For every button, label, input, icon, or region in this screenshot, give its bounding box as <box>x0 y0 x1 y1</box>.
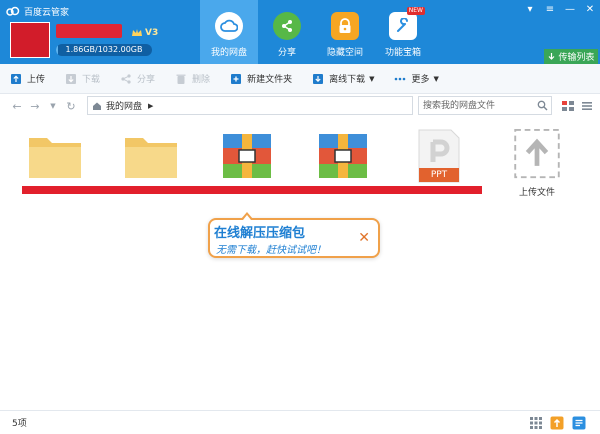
trash-icon <box>176 74 186 84</box>
nav-share[interactable]: 分享 <box>258 0 316 64</box>
unzip-promo-tooltip: 在线解压压缩包 无需下载，赶快试试吧！ ✕ <box>208 212 380 258</box>
breadcrumb[interactable]: 我的网盘 ▶ <box>87 96 413 115</box>
download-icon <box>66 73 77 84</box>
download-label: 下载 <box>82 75 101 85</box>
main-nav: 我的网盘 分享 隐藏空间 NEW 功能宝箱 <box>200 0 432 64</box>
new-folder-icon <box>231 73 242 84</box>
storage-quota-text: 1.86GB/1032.00GB <box>65 45 143 54</box>
chevron-down-icon: ▼ <box>369 74 375 83</box>
vip-badge[interactable]: V3 <box>128 26 161 39</box>
minimize-icon[interactable]: — <box>560 0 580 18</box>
toolbox-icon: NEW <box>389 7 425 40</box>
refresh-icon[interactable]: ↻ <box>64 99 78 113</box>
username-redacted <box>56 24 122 38</box>
list-view-icon[interactable] <box>561 99 575 113</box>
baidu-cloud-logo-icon <box>6 6 20 16</box>
nav-share-label: 分享 <box>277 48 296 58</box>
forward-arrow-icon[interactable]: → <box>28 99 42 113</box>
nav-my-drive-label: 我的网盘 <box>210 48 247 58</box>
tooltip-title: 在线解压压缩包 <box>214 226 306 241</box>
upload-button[interactable]: 上传 <box>10 69 45 89</box>
home-icon <box>93 102 101 110</box>
breadcrumb-chevron-icon[interactable]: ▶ <box>148 102 153 110</box>
history-dropdown-icon[interactable]: ▼ <box>46 99 60 113</box>
status-bar: 5项 <box>0 410 600 434</box>
folder-icon <box>125 138 177 178</box>
upload-icon <box>11 73 21 84</box>
nav-toolbox[interactable]: NEW 功能宝箱 <box>374 0 432 64</box>
upload-status-icon[interactable] <box>550 416 564 430</box>
nav-hidden-space[interactable]: 隐藏空间 <box>316 0 374 64</box>
share-label: 分享 <box>137 75 156 85</box>
share-button[interactable]: 分享 <box>120 69 155 89</box>
crown-icon <box>132 28 142 36</box>
nav-toolbox-label: 功能宝箱 <box>384 48 421 58</box>
tooltip-subtitle: 无需下载，赶快试试吧！ <box>216 245 326 256</box>
window-controls: ▾ ≡ — ✕ <box>520 0 600 18</box>
upload-file-tile[interactable]: 上传文件 <box>502 128 572 198</box>
nav-hidden-space-label: 隐藏空间 <box>326 48 363 58</box>
skin-icon[interactable]: ▾ <box>520 0 540 18</box>
ppt-file-icon: PPT <box>407 128 471 184</box>
vip-level: V3 <box>145 27 159 38</box>
address-row: ← → ▼ ↻ 我的网盘 ▶ <box>0 94 600 118</box>
more-label: 更多 <box>411 75 430 85</box>
delete-label: 删除 <box>192 75 211 85</box>
transfer-list-button[interactable]: 传输列表 <box>544 49 598 64</box>
tooltip-close-icon[interactable]: ✕ <box>358 230 370 246</box>
transfer-list-label: 传输列表 <box>558 53 595 63</box>
breadcrumb-root[interactable]: 我的网盘 <box>106 99 142 112</box>
avatar[interactable] <box>10 22 50 58</box>
app-header: 百度云管家 ▾ ≡ — ✕ V3 1.86GB/1032.00GB 我的网盘 分… <box>0 0 600 64</box>
nav-my-drive[interactable]: 我的网盘 <box>200 0 258 64</box>
share-icon <box>273 12 301 40</box>
toolbar: 上传 下载 分享 删除 新建文件夹 离线下载 ▼ 更多 ▼ <box>0 64 600 94</box>
back-arrow-icon[interactable]: ← <box>10 99 24 113</box>
cloud-icon <box>215 12 243 40</box>
transfer-icon <box>549 53 555 60</box>
chevron-down-icon: ▼ <box>433 74 439 83</box>
new-badge: NEW <box>406 7 425 15</box>
app-title-text: 百度云管家 <box>24 7 70 18</box>
storage-quota-bar: 1.86GB/1032.00GB <box>56 44 152 56</box>
main-menu-icon[interactable]: ≡ <box>540 0 560 18</box>
download-button[interactable]: 下载 <box>65 69 100 89</box>
more-button[interactable]: 更多 ▼ <box>394 69 439 89</box>
app-title: 百度云管家 <box>6 4 69 18</box>
archive-icon <box>319 134 367 178</box>
new-folder-button[interactable]: 新建文件夹 <box>230 69 292 89</box>
message-icon[interactable] <box>572 416 586 430</box>
offline-download-icon <box>313 73 324 84</box>
lock-icon <box>331 12 359 40</box>
item-count: 5项 <box>12 419 27 429</box>
upload-file-label: 上传文件 <box>518 188 555 198</box>
file-area: PPT 上传文件 在线解压压缩包 无需下载，赶快试试吧！ ✕ <box>0 118 600 410</box>
folder-icon <box>29 138 81 178</box>
grid-view-icon[interactable] <box>529 416 543 430</box>
close-icon[interactable]: ✕ <box>580 0 600 18</box>
offline-download-label: 离线下载 <box>329 75 366 85</box>
delete-button[interactable]: 删除 <box>175 69 210 89</box>
new-folder-label: 新建文件夹 <box>247 75 293 85</box>
share-icon <box>121 73 131 84</box>
search-input[interactable] <box>418 96 552 115</box>
upload-arrow-icon <box>514 128 560 179</box>
more-icon <box>395 77 406 80</box>
filenames-redacted <box>22 186 482 194</box>
search-icon[interactable] <box>537 100 548 111</box>
archive-icon <box>223 134 271 178</box>
sort-icon[interactable] <box>580 99 594 113</box>
ppt-label: PPT <box>430 170 448 180</box>
upload-label: 上传 <box>27 75 46 85</box>
offline-download-button[interactable]: 离线下载 ▼ <box>312 69 374 89</box>
